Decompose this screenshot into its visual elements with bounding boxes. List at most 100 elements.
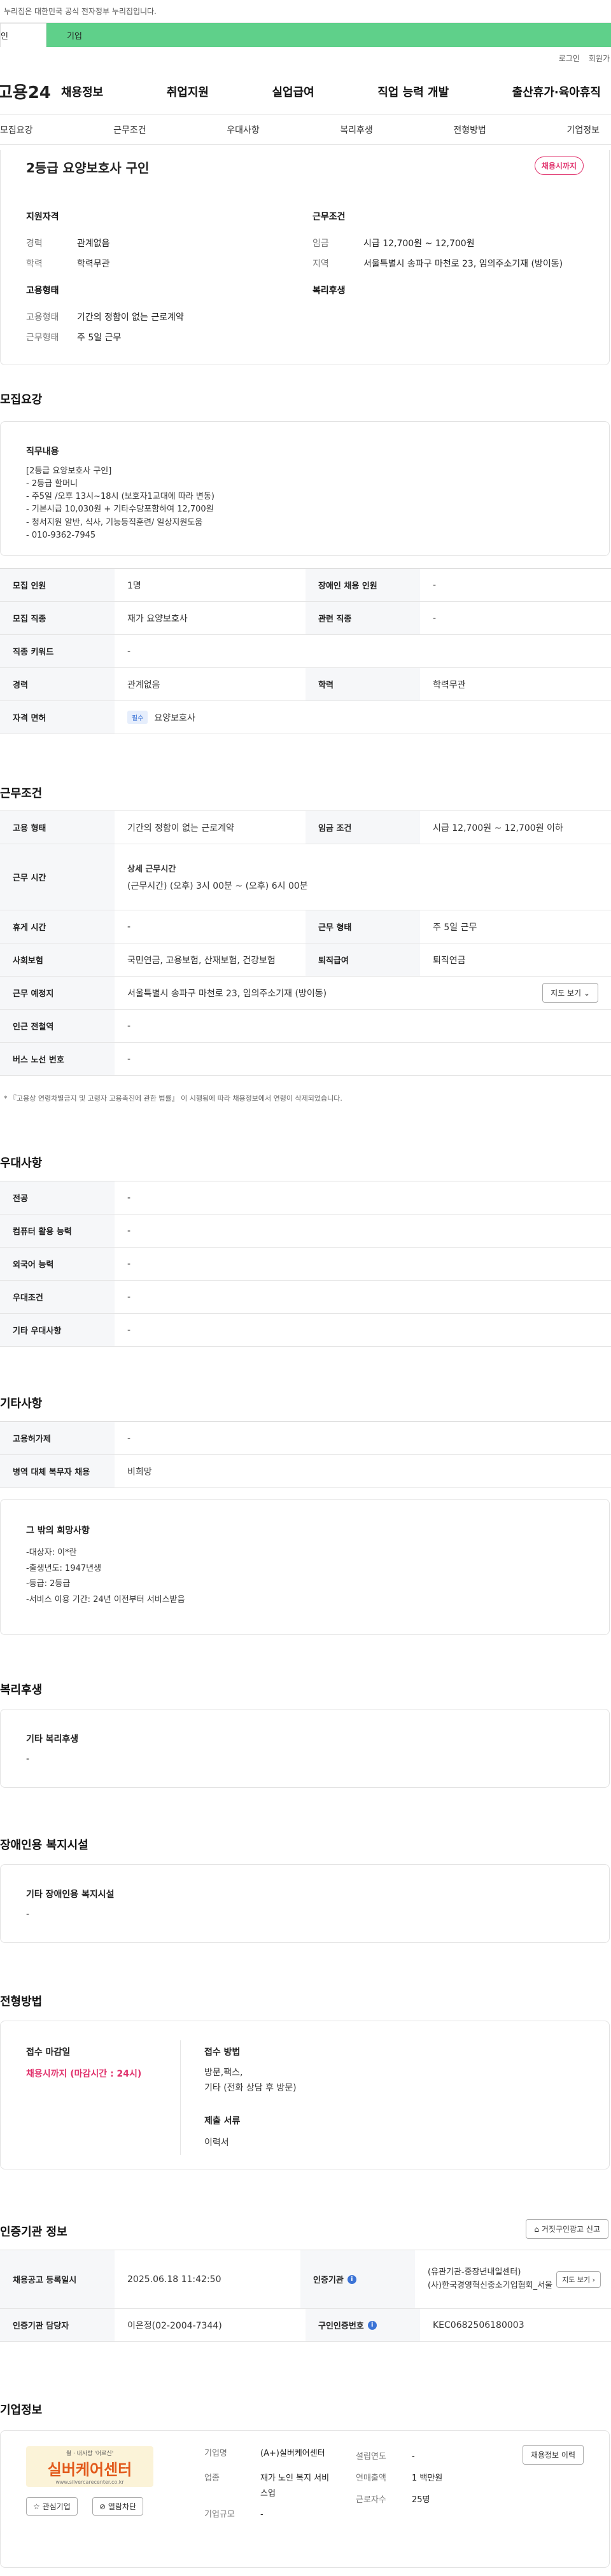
- block-button[interactable]: ⊘ 열람차단: [92, 2497, 144, 2516]
- info-icon[interactable]: i: [347, 2274, 356, 2284]
- emptype-key: 고용형태: [26, 312, 59, 323]
- size-key: 기업규모: [204, 2510, 235, 2520]
- size-value: -: [260, 2510, 263, 2520]
- hiring-history-button[interactable]: 채용정보 이력: [522, 2445, 584, 2465]
- td-retirement: 퇴직연금: [433, 955, 466, 966]
- th-emptype: 고용 형태: [0, 811, 115, 844]
- docs-value: 이력서: [204, 2138, 229, 2148]
- info-icon[interactable]: i: [367, 2320, 377, 2330]
- welfare-sub: 기타 복리후생: [26, 1734, 79, 1744]
- company-title: 기업정보: [0, 2404, 43, 2417]
- td-related-job: -: [433, 613, 437, 623]
- td-wage: 시급 12,700원 ~ 12,700원 이하: [433, 823, 563, 833]
- deadline-key: 접수 마감일: [26, 2047, 71, 2057]
- gnb-jobs[interactable]: 채용정보: [61, 83, 103, 100]
- career-value: 관계없음: [77, 239, 110, 249]
- duty-title: 직무내용: [26, 447, 59, 457]
- etc-title: 기타사항: [0, 1397, 43, 1410]
- report-label: 거짓구인광고 신고: [541, 2225, 600, 2234]
- deadline-badge: 채용시까지: [534, 157, 584, 175]
- conditions-title: 근무조건: [0, 787, 43, 800]
- conditions-table: 고용 형태 기간의 정함이 없는 근로계약 임금 조건 시급 12,700원 ~ 12…: [0, 811, 611, 1076]
- tab-personal[interactable]: 인: [0, 23, 46, 47]
- map-button[interactable]: 지도 보기 ⌄: [542, 983, 598, 1003]
- selection-card: 접수 마감일 채용시까지 (마감시간 : 24시) 접수 방법 방문,팩스, 기…: [0, 2021, 610, 2169]
- deadline-value: 채용시까지 (마감시간 : 24시): [26, 2069, 142, 2079]
- area-key: 지역: [313, 259, 329, 269]
- wish-text: -대상자: 이*란 -출생년도: 1947년생 -등급: 2등급 -서비스 이용…: [26, 1548, 185, 1605]
- emp-key: 근로자수: [356, 2495, 386, 2505]
- disab-title: 장애인용 복지시설: [0, 1839, 88, 1852]
- th-worktime: 근무 시간: [0, 844, 115, 910]
- site-logo[interactable]: 고용24: [0, 80, 61, 103]
- th-license: 자격 면허: [0, 701, 115, 734]
- gnb-unemployment-benefit[interactable]: 실업급여: [272, 83, 314, 100]
- wish-title: 그 밖의 희망사항: [26, 1526, 90, 1536]
- td-job-category: 재가 요양보호사: [127, 613, 188, 624]
- summary-card: 2등급 요양보호사 구인 채용시까지 지원자격 경력 관계없음 학력 학력무관 근무…: [0, 150, 610, 365]
- subnav-company[interactable]: 기업정보: [566, 123, 600, 136]
- td-subway: -: [127, 1020, 131, 1031]
- th-wage: 임금 조건: [306, 811, 420, 844]
- login-link[interactable]: 로그인: [559, 53, 580, 64]
- area-value: 서울특별시 송파구 마천로 23, 임의주소기재 (방이동): [363, 259, 563, 269]
- signup-link[interactable]: 회원가: [589, 53, 610, 64]
- th-bus: 버스 노선 번호: [0, 1043, 115, 1075]
- emp-title: 고용형태: [26, 286, 59, 296]
- subnav-welfare[interactable]: 복리후생: [340, 123, 373, 136]
- report-button[interactable]: ⌂ 거짓구인광고 신고: [526, 2219, 608, 2239]
- tab-business[interactable]: 기업: [46, 23, 611, 47]
- favorite-button[interactable]: ☆ 관심기업: [26, 2497, 78, 2516]
- gov-banner: 누리집은 대한민국 공식 전자정부 누리집입니다.: [0, 0, 611, 23]
- th-related-job: 관련 직종: [306, 602, 420, 634]
- th-job-category: 모집 직종: [0, 602, 115, 634]
- name-value: (A+)실버케어센터: [260, 2449, 325, 2458]
- utility-links: 로그인 회원가: [0, 47, 611, 69]
- td-disabled-hire: -: [433, 580, 437, 590]
- method-key: 접수 방법: [204, 2047, 241, 2057]
- welfare-summary-title: 복리후생: [313, 286, 346, 296]
- th-keyword: 직종 키워드: [0, 635, 115, 667]
- company-logo: 월 · 내사랑 '어르신' 실버케어센터 www.silvercarecente…: [26, 2446, 153, 2487]
- block-label: 열람차단: [108, 2502, 137, 2511]
- th-subway: 인근 전철역: [0, 1010, 115, 1042]
- th-rest: 휴게 시간: [0, 910, 115, 943]
- site-tabs: 인 기업: [0, 23, 611, 47]
- org-map-button[interactable]: 지도 보기 ›: [556, 2271, 601, 2288]
- cert-org-label: 인증기관: [313, 2276, 344, 2285]
- edu-value: 학력무관: [77, 259, 110, 269]
- subnav-conditions[interactable]: 근무조건: [113, 123, 146, 136]
- gnb-job-training[interactable]: 직업 능력 개발: [377, 83, 449, 100]
- biz-key: 업종: [204, 2474, 220, 2484]
- gnb-employment-support[interactable]: 취업지원: [167, 83, 209, 100]
- th-major: 전공: [0, 1181, 115, 1214]
- subnav-selection[interactable]: 전형방법: [453, 123, 486, 136]
- worktype-key: 근무형태: [26, 333, 59, 343]
- sales-value: 1 백만원: [412, 2473, 443, 2483]
- sales-key: 연매출액: [356, 2473, 386, 2483]
- td-insurance: 국민연금, 고용보험, 산재보험, 건강보험: [127, 955, 276, 966]
- divider: [180, 2040, 181, 2155]
- th-language: 외국어 능력: [0, 1248, 115, 1280]
- td-cert-org: (유관기관-중장년내일센터) (사)한국경영혁신중소기업협회_서울 지도 보기 ›: [415, 2250, 611, 2308]
- td-workform: 주 5일 근무: [433, 922, 477, 933]
- duty-card: 직무내용 [2등급 요양보호사 구인] - 2등급 할머니 - 주5일 /오후 …: [0, 421, 610, 556]
- docs-key: 제출 서류: [204, 2116, 241, 2126]
- logo-text: 실버케어센터: [47, 2460, 132, 2479]
- th-headcount: 모집 인원: [0, 569, 115, 601]
- est-value: -: [412, 2452, 415, 2461]
- selection-title: 전형방법: [0, 1995, 43, 2009]
- cert-num-label: 구인인증번호: [318, 2322, 364, 2331]
- td-military: 비희망: [127, 1466, 152, 1477]
- pref-title: 우대사항: [0, 1157, 43, 1170]
- td-emptype: 기간의 정함이 없는 근로계약: [127, 823, 234, 833]
- td-major: -: [127, 1192, 131, 1203]
- cond-title: 근무조건: [313, 212, 346, 222]
- subnav-recruit[interactable]: 모집요강: [0, 123, 33, 136]
- subnav-preference[interactable]: 우대사항: [227, 123, 260, 136]
- org-map-label: 지도 보기: [562, 2275, 591, 2284]
- gnb-parental-leave[interactable]: 출산휴가·육아휴직: [512, 83, 601, 100]
- th-permit: 고용허가제: [0, 1422, 115, 1454]
- main-nav: 고용24 채용정보 취업지원 실업급여 직업 능력 개발 출산휴가·육아휴직: [0, 69, 611, 115]
- duty-text: [2등급 요양보호사 구인] - 2등급 할머니 - 주5일 /오후 13시~1…: [26, 466, 214, 540]
